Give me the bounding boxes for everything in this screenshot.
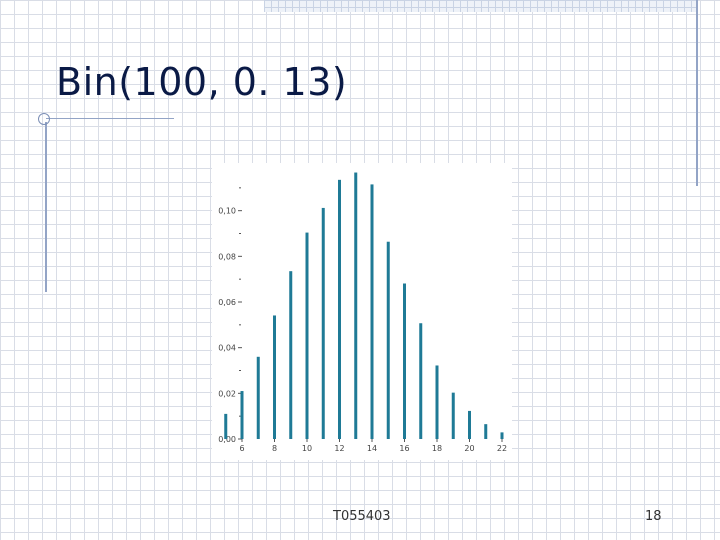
x-tick-label: 8 <box>272 444 277 453</box>
bar <box>370 184 374 439</box>
x-tick-label: 22 <box>497 444 507 453</box>
slide-title: Bin(100, 0. 13) <box>56 60 348 104</box>
bar <box>451 392 455 439</box>
bar <box>338 179 341 439</box>
bar <box>500 432 504 439</box>
x-tick-label: 20 <box>464 444 474 453</box>
binomial-bar-chart: 0,000,020,040,060,080,106 8 10 12 14 16 18 20 22 <box>218 172 507 453</box>
accent-circle-icon <box>38 113 50 125</box>
bar <box>305 232 309 439</box>
left-accent-line <box>45 122 47 292</box>
x-tick-label: 14 <box>367 444 377 453</box>
y-tick-label: 0,08 <box>218 252 236 261</box>
y-tick-label: 0,06 <box>218 298 236 307</box>
bar <box>321 207 325 439</box>
bar <box>403 283 406 439</box>
bar <box>289 271 293 439</box>
y-tick-label: 0,04 <box>218 344 236 353</box>
page-number: 18 <box>645 509 662 524</box>
y-tick-label: 0,10 <box>218 207 236 216</box>
right-accent-line <box>696 0 698 186</box>
x-tick-label: 18 <box>432 444 442 453</box>
x-tick-label: 16 <box>399 444 409 453</box>
bar <box>224 413 228 439</box>
x-tick-label: 12 <box>334 444 344 453</box>
bar <box>240 391 244 439</box>
x-tick-label: 10 <box>302 444 312 453</box>
bar <box>354 172 358 439</box>
x-tick-label: 6 <box>239 444 244 453</box>
chart-panel: 0,00 0,02 0,04 0,06 0,08 0,10 6 8 10 12 14 16 18 20 22 <box>212 163 512 460</box>
bar <box>484 424 488 439</box>
y-tick-label: 0,02 <box>218 389 236 398</box>
bar <box>435 365 439 439</box>
title-underline <box>46 118 174 119</box>
bar <box>419 323 423 439</box>
footer-code: T055403 <box>333 509 391 524</box>
bar <box>256 356 260 439</box>
bar <box>273 315 276 439</box>
header-decoration-bar <box>264 0 698 12</box>
bar <box>386 241 390 439</box>
bar <box>468 410 471 439</box>
